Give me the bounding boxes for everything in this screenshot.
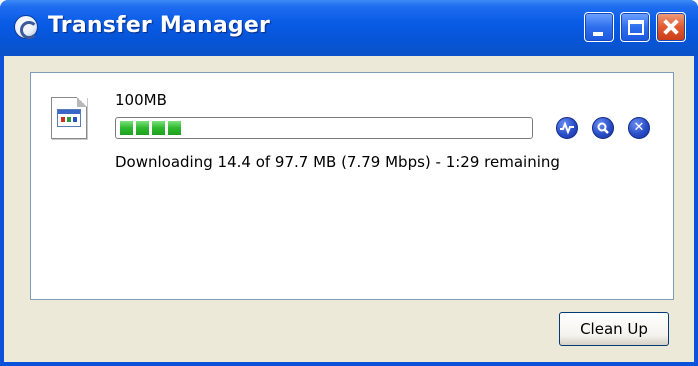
close-button[interactable] xyxy=(656,12,686,42)
activity-button[interactable] xyxy=(556,117,578,139)
close-icon xyxy=(657,13,685,41)
file-icon xyxy=(51,97,87,139)
transfer-status: Downloading 14.4 of 97.7 MB (7.79 Mbps) … xyxy=(115,153,560,171)
cancel-icon: ✕ xyxy=(633,120,645,135)
transfer-list[interactable]: 100MB ✕ Downloading 14.4 of 97.7 MB (7.7… xyxy=(30,72,674,300)
progress-fill xyxy=(120,121,528,135)
window-title: Transfer Manager xyxy=(48,13,271,38)
title-bar[interactable]: Transfer Manager xyxy=(0,0,698,56)
file-name: 100MB xyxy=(115,91,167,109)
file-icon-image xyxy=(57,109,81,127)
app-icon[interactable] xyxy=(14,15,38,39)
clean-up-button[interactable]: Clean Up xyxy=(559,312,669,346)
maximize-icon xyxy=(628,20,644,35)
progress-segment xyxy=(168,121,181,135)
minimize-button[interactable] xyxy=(584,12,614,42)
cancel-button[interactable]: ✕ xyxy=(628,117,650,139)
search-icon xyxy=(597,122,609,134)
progress-segment xyxy=(136,121,149,135)
progress-segment xyxy=(120,121,133,135)
maximize-button[interactable] xyxy=(620,12,650,42)
transfer-manager-window: Transfer Manager 100MB ✕ Downloading 14.… xyxy=(0,0,698,366)
activity-icon xyxy=(560,121,574,135)
minimize-icon xyxy=(593,32,603,36)
download-progress-bar xyxy=(115,117,533,139)
window-client-area: 100MB ✕ Downloading 14.4 of 97.7 MB (7.7… xyxy=(4,56,694,362)
progress-segment xyxy=(152,121,165,135)
search-button[interactable] xyxy=(592,117,614,139)
file-icon-fold xyxy=(77,97,87,107)
